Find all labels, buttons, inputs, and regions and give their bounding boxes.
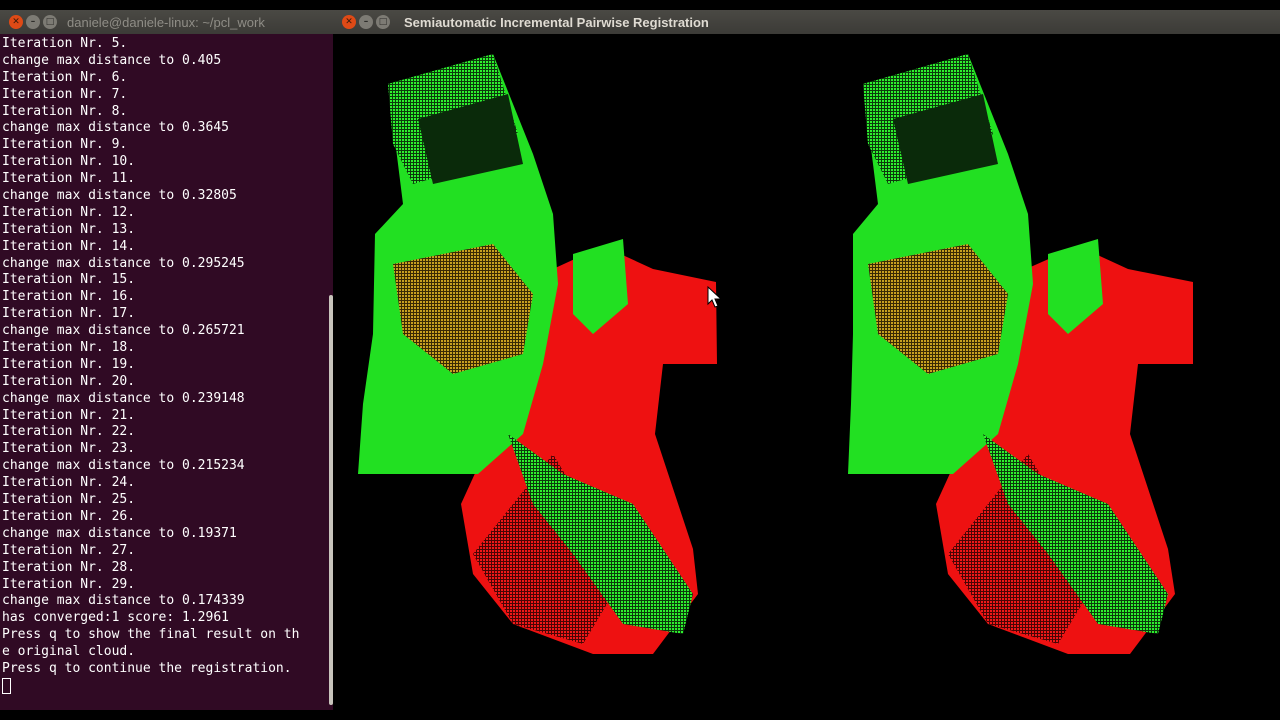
terminal-line: change max distance to 0.295245: [2, 255, 245, 271]
terminal-line: change max distance to 0.19371: [2, 525, 237, 541]
terminal-output[interactable]: Iteration Nr. 5. change max distance to 0…: [2, 36, 327, 695]
maximize-icon[interactable]: □: [43, 15, 57, 29]
terminal-line: Iteration Nr. 26.: [2, 508, 136, 524]
terminal-line: change max distance to 0.215234: [2, 458, 245, 474]
minimize-icon[interactable]: –: [359, 15, 373, 29]
right-cloud-view: [848, 54, 1193, 654]
terminal-line: Iteration Nr. 18.: [2, 340, 136, 356]
terminal-line: Iteration Nr. 22.: [2, 424, 136, 440]
close-icon[interactable]: ✕: [9, 15, 23, 29]
terminal-line: Iteration Nr. 9.: [2, 137, 128, 153]
terminal-line: Iteration Nr. 28.: [2, 559, 136, 575]
maximize-icon[interactable]: □: [376, 15, 390, 29]
terminal-line: Iteration Nr. 27.: [2, 542, 136, 558]
terminal-line: Iteration Nr. 11.: [2, 171, 136, 187]
terminal-line: Iteration Nr. 7.: [2, 86, 128, 102]
terminal-prompt[interactable]: [2, 677, 327, 695]
terminal-window[interactable]: ✕ – □ daniele@daniele-linux: ~/pcl_work …: [0, 10, 333, 710]
terminal-line: Iteration Nr. 12.: [2, 204, 136, 220]
terminal-line: change max distance to 0.32805: [2, 188, 237, 204]
terminal-line: Press q to show the final result on th: [2, 627, 300, 643]
terminal-line: e original cloud.: [2, 644, 136, 660]
terminal-line: has converged:1 score: 1.2961: [2, 610, 229, 626]
viewer-titlebar[interactable]: ✕ – □ Semiautomatic Incremental Pairwise…: [333, 10, 1280, 34]
terminal-line: Iteration Nr. 29.: [2, 576, 136, 592]
terminal-line: Iteration Nr. 15.: [2, 272, 136, 288]
terminal-line: Iteration Nr. 20.: [2, 373, 136, 389]
terminal-line: Iteration Nr. 25.: [2, 492, 136, 508]
terminal-line: change max distance to 0.239148: [2, 390, 245, 406]
terminal-line: Iteration Nr. 13.: [2, 221, 136, 237]
viewer-title: Semiautomatic Incremental Pairwise Regis…: [404, 14, 709, 30]
text-cursor-icon: [2, 677, 11, 694]
terminal-titlebar[interactable]: ✕ – □ daniele@daniele-linux: ~/pcl_work: [0, 10, 333, 34]
viewport-svg: [358, 54, 1193, 654]
terminal-title: daniele@daniele-linux: ~/pcl_work: [67, 14, 265, 30]
point-cloud-viewport[interactable]: [333, 34, 1280, 710]
terminal-line: Iteration Nr. 14.: [2, 238, 136, 254]
left-cloud-view: [358, 54, 717, 654]
terminal-line: change max distance to 0.265721: [2, 323, 245, 339]
terminal-line: Iteration Nr. 6.: [2, 69, 128, 85]
viewer-window[interactable]: ✕ – □ Semiautomatic Incremental Pairwise…: [333, 10, 1280, 710]
terminal-line: Iteration Nr. 10.: [2, 154, 136, 170]
terminal-line: Iteration Nr. 24.: [2, 475, 136, 491]
terminal-line: change max distance to 0.3645: [2, 120, 229, 136]
close-icon[interactable]: ✕: [342, 15, 356, 29]
terminal-line: Iteration Nr. 16.: [2, 289, 136, 305]
terminal-line: Iteration Nr. 17.: [2, 306, 136, 322]
terminal-line: Iteration Nr. 21.: [2, 407, 136, 423]
terminal-line: Iteration Nr. 8.: [2, 103, 128, 119]
terminal-line: Press q to continue the registration.: [2, 660, 292, 676]
terminal-line: Iteration Nr. 23.: [2, 441, 136, 457]
terminal-line: Iteration Nr. 5.: [2, 36, 128, 51]
minimize-icon[interactable]: –: [26, 15, 40, 29]
terminal-line: Iteration Nr. 19.: [2, 356, 136, 372]
terminal-line: change max distance to 0.405: [2, 52, 222, 68]
terminal-line: change max distance to 0.174339: [2, 593, 245, 609]
